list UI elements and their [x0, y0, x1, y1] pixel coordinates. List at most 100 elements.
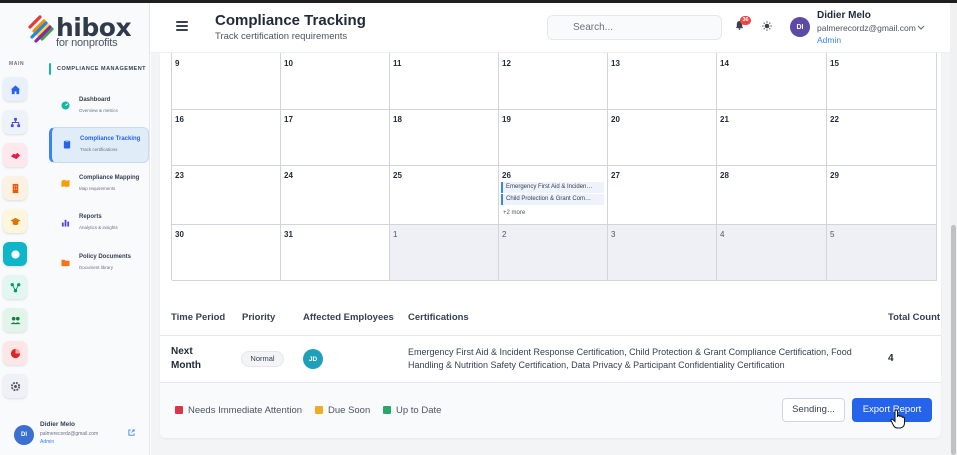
calendar-day-cell[interactable]: 30: [172, 225, 281, 281]
column-header-time-period: Time Period: [171, 312, 226, 323]
rail-partners-button[interactable]: [3, 143, 27, 167]
clipboard-icon: [61, 140, 72, 151]
avatar[interactable]: DI: [790, 17, 810, 37]
calendar-day-number: 27: [611, 171, 620, 180]
external-link-icon[interactable]: [128, 429, 135, 438]
sidebar-item-dashboard[interactable]: Dashboard Overview & metrics: [49, 89, 149, 125]
calendar-day-cell[interactable]: 2: [499, 225, 608, 281]
table-row[interactable]: Next Month Normal JD Emergency First Aid…: [160, 335, 941, 383]
rail-people-button[interactable]: [3, 308, 27, 332]
column-header-certifications: Certifications: [408, 312, 469, 323]
calendar-day-cell[interactable]: 14: [717, 53, 827, 110]
settings-icon: [10, 381, 20, 391]
search-input[interactable]: Search...: [547, 15, 722, 40]
calendar-day-cell[interactable]: 3: [608, 225, 717, 281]
vertical-scrollbar[interactable]: [950, 3, 957, 455]
total-count-cell: 4: [888, 353, 894, 364]
calendar-day-cell[interactable]: 12: [499, 53, 608, 110]
rail-compliance-button[interactable]: [3, 242, 27, 266]
calendar-day-number: 4: [720, 230, 725, 239]
calendar-day-cell[interactable]: 18: [390, 110, 499, 166]
chevron-down-icon[interactable]: [917, 23, 925, 32]
sidebar-item-subtitle: Track certifications: [80, 147, 118, 152]
calendar-day-cell[interactable]: 17: [281, 110, 390, 166]
column-header-priority: Priority: [242, 312, 276, 323]
calendar-day-number: 19: [502, 115, 511, 124]
sidebar-item-compliance-tracking[interactable]: Compliance Tracking Track certifications: [49, 127, 149, 163]
sidebar-item-compliance-mapping[interactable]: Compliance Mapping Map requirements: [49, 167, 149, 203]
sidebar-item-subtitle: Overview & metrics: [79, 108, 118, 113]
calendar-day-cell[interactable]: 4: [717, 225, 827, 281]
calendar-event[interactable]: Emergency First Aid & Inciden…: [501, 182, 604, 193]
calendar-event[interactable]: Child Protection & Grant Com…: [501, 194, 604, 205]
brand-logo[interactable]: hibox for nonprofits: [26, 12, 136, 49]
brand-tagline: for nonprofits: [56, 37, 118, 49]
rail-home-button[interactable]: [3, 77, 27, 101]
calendar-day-number: 24: [284, 171, 293, 180]
calendar-day-cell[interactable]: 9: [172, 53, 281, 110]
legend-swatch: [383, 406, 391, 414]
sending-button[interactable]: Sending...: [782, 398, 845, 422]
sidebar-item-reports[interactable]: Reports Analytics & insights: [49, 206, 149, 242]
column-header-affected-employees: Affected Employees: [303, 312, 394, 323]
calendar-day-cell[interactable]: 31: [281, 225, 390, 281]
calendar-day-cell[interactable]: 28: [717, 166, 827, 225]
calendar-day-cell[interactable]: 21: [717, 110, 827, 166]
rail-section-label: MAIN: [9, 61, 25, 67]
calendar-day-cell[interactable]: 15: [827, 53, 937, 110]
scrollbar-thumb[interactable]: [951, 225, 956, 455]
rail-workflow-button[interactable]: [3, 275, 27, 299]
calendar-day-number: 22: [830, 115, 839, 124]
calendar-day-cell[interactable]: 10: [281, 53, 390, 110]
avatar[interactable]: JD: [303, 349, 323, 369]
theme-toggle-icon[interactable]: [762, 21, 772, 34]
calendar-day-cell[interactable]: 13: [608, 53, 717, 110]
rail-settings-button[interactable]: [3, 374, 27, 398]
calendar-day-cell[interactable]: 27: [608, 166, 717, 225]
calendar-day-number: 15: [830, 59, 839, 68]
calendar-day-cell[interactable]: 1: [390, 225, 499, 281]
sidebar-user-role: Admin: [40, 439, 55, 445]
calendar-day-cell[interactable]: 23: [172, 166, 281, 225]
calendar-day-cell[interactable]: 26 Emergency First Aid & Inciden… Child Pr…: [499, 166, 608, 225]
sidebar: hibox for nonprofits MAIN COMPLIANCE MAN…: [0, 3, 150, 455]
certifications-cell: Emergency First Aid & Incident Response …: [408, 347, 852, 370]
calendar-day-number: 21: [720, 115, 729, 124]
calendar-day-cell[interactable]: 16: [172, 110, 281, 166]
compliance-icon: [10, 249, 20, 259]
legend-footer: Needs Immediate Attention Due Soon Up to…: [160, 383, 941, 438]
calendar-day-number: 31: [284, 230, 293, 239]
time-period-cell: Next Month: [171, 346, 201, 371]
calendar-day-number: 11: [393, 59, 402, 68]
rail-analytics-button[interactable]: [3, 341, 27, 365]
legend-item-due-soon: Due Soon: [315, 405, 370, 416]
notification-badge: 36: [740, 16, 751, 25]
menu-toggle-icon[interactable]: [176, 21, 188, 31]
calendar-day-number: 9: [175, 59, 180, 68]
pie-chart-icon: [10, 348, 20, 358]
app-window: hibox for nonprofits MAIN COMPLIANCE MAN…: [0, 0, 957, 455]
more-events-link[interactable]: +2 more: [503, 210, 525, 216]
calendar-day-number: 1: [393, 230, 398, 239]
sidebar-user-card[interactable]: DI Didier Melo palmerecordz@gmail.com Ad…: [14, 421, 144, 449]
calendar-day-number: 17: [284, 115, 293, 124]
legend-swatch: [175, 406, 183, 414]
calendar-day-cell[interactable]: 5: [827, 225, 937, 281]
avatar: DI: [14, 425, 34, 445]
calendar-day-cell[interactable]: 24: [281, 166, 390, 225]
calendar-day-cell[interactable]: 25: [390, 166, 499, 225]
calendar-day-cell[interactable]: 19: [499, 110, 608, 166]
calendar-grid: 9 10 11 12 13 14 15 16 17 18 19 20 21 22 23 24 25 26 Emerg…: [171, 53, 937, 281]
main-content: 9 10 11 12 13 14 15 16 17 18 19 20 21 22 23 24 25 26 Emerg…: [151, 53, 950, 455]
calendar-day-cell[interactable]: 29: [827, 166, 937, 225]
calendar-day-cell[interactable]: 11: [390, 53, 499, 110]
legend-item-up-to-date: Up to Date: [383, 405, 441, 416]
legend-label: Needs Immediate Attention: [188, 405, 303, 416]
sidebar-item-policy-documents[interactable]: Policy Documents Document library: [49, 246, 149, 282]
calendar-day-cell[interactable]: 20: [608, 110, 717, 166]
rail-training-button[interactable]: [3, 209, 27, 233]
rail-org-button[interactable]: [3, 110, 27, 134]
calendar-day-number: 13: [611, 59, 620, 68]
calendar-day-cell[interactable]: 22: [827, 110, 937, 166]
rail-buildings-button[interactable]: [3, 176, 27, 200]
